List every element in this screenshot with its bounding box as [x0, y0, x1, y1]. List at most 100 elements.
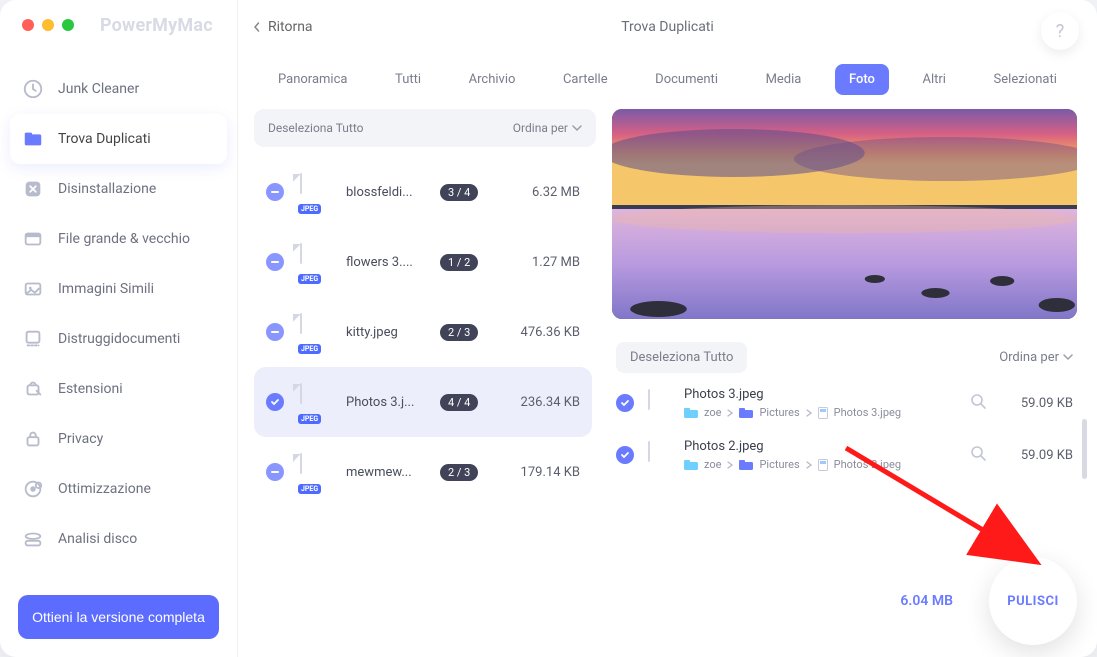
duplicates-group-list: Deseleziona Tutto Ordina per JPEG blossfe…: [246, 103, 596, 657]
jpeg-file-icon: [648, 390, 670, 416]
file-name: mewmew...: [346, 465, 424, 480]
optimize-icon: [22, 478, 44, 500]
file-size: 6.32 MB: [532, 185, 580, 200]
selected-total-size: 6.04 MB: [900, 593, 953, 609]
file-size: 179.14 KB: [521, 465, 580, 480]
tab-panoramica[interactable]: Panoramica: [264, 64, 361, 95]
jpeg-file-icon: JPEG: [300, 174, 330, 210]
image-preview: [612, 109, 1077, 319]
group-checkbox[interactable]: [266, 323, 284, 341]
sort-by-dropdown[interactable]: Ordina per: [513, 121, 582, 135]
group-checkbox[interactable]: [266, 183, 284, 201]
sidebar-item-distruggidocumenti[interactable]: Distruggidocumenti: [10, 314, 227, 364]
file-group-row[interactable]: JPEGkitty.jpeg2 / 3476.36 KB: [254, 297, 592, 367]
sidebar-item-immagini-simili[interactable]: Immagini Simili: [10, 264, 227, 314]
reveal-in-finder-icon[interactable]: [969, 444, 987, 466]
sidebar-item-estensioni[interactable]: Estensioni: [10, 364, 227, 414]
sidebar-item-disinstallazione[interactable]: Disinstallazione: [10, 164, 227, 214]
file-size: 1.27 MB: [532, 255, 580, 270]
sidebar-item-junk-cleaner[interactable]: Junk Cleaner: [10, 64, 227, 114]
close-window-icon[interactable]: [22, 19, 34, 31]
tab-archivio[interactable]: Archivio: [455, 64, 530, 95]
tab-altri[interactable]: Altri: [909, 64, 960, 95]
clean-button[interactable]: PULISCI: [989, 557, 1077, 645]
file-path: zoePicturesPhotos 2.jpeg: [684, 458, 955, 471]
folder-icon: [22, 128, 44, 150]
footer: 6.04 MB PULISCI: [900, 557, 1077, 645]
file-path: zoePicturesPhotos 3.jpeg: [684, 406, 955, 419]
count-badge: 2 / 3: [440, 464, 478, 481]
file-name: flowers 3....: [346, 255, 424, 270]
sidebar-item-label: Disinstallazione: [58, 181, 156, 197]
tab-media[interactable]: Media: [752, 64, 816, 95]
file-group-row[interactable]: JPEGflowers 3....1 / 21.27 MB: [254, 227, 592, 297]
count-badge: 2 / 3: [440, 324, 478, 341]
reveal-in-finder-icon[interactable]: [969, 392, 987, 414]
count-badge: 4 / 4: [440, 394, 478, 411]
topbar: Ritorna Trova Duplicati ?: [238, 0, 1097, 54]
scrollbar-thumb[interactable]: [1082, 419, 1087, 479]
chevron-down-icon: [572, 123, 582, 133]
sidebar-item-trova-duplicati[interactable]: Trova Duplicati: [10, 114, 227, 164]
file-checkbox[interactable]: [616, 446, 634, 464]
minimize-window-icon[interactable]: [42, 19, 54, 31]
tab-documenti[interactable]: Documenti: [641, 64, 732, 95]
sidebar: PowerMyMac Junk Cleaner Trova Duplicati Di…: [0, 0, 238, 657]
file-name: Photos 2.jpeg: [684, 439, 955, 454]
page-title: Trova Duplicati: [621, 19, 714, 35]
sidebar-item-label: Trova Duplicati: [58, 131, 151, 147]
jpeg-file-icon: JPEG: [300, 454, 330, 490]
maximize-window-icon[interactable]: [62, 19, 74, 31]
sidebar-item-analisi-disco[interactable]: Analisi disco: [10, 514, 227, 564]
help-button[interactable]: ?: [1041, 12, 1079, 50]
tab-selezionati[interactable]: Selezionati: [980, 64, 1071, 95]
shredder-icon: [22, 328, 44, 350]
group-checkbox[interactable]: [266, 463, 284, 481]
duplicate-file-row[interactable]: Photos 2.jpeg zoePicturesPhotos 2.jpeg 59.…: [612, 433, 1077, 477]
sidebar-item-ottimizzazione[interactable]: Ottimizzazione: [10, 464, 227, 514]
file-name: Photos 3.jpeg: [684, 387, 955, 402]
sidebar-item-label: Estensioni: [58, 381, 123, 397]
jpeg-file-icon: [648, 442, 670, 468]
main: Ritorna Trova Duplicati ? Panoramica Tutt…: [238, 0, 1097, 657]
file-checkbox[interactable]: [616, 394, 634, 412]
jpeg-file-icon: JPEG: [300, 244, 330, 280]
sidebar-item-label: File grande & vecchio: [58, 231, 190, 247]
gauge-icon: [22, 78, 44, 100]
tab-tutti[interactable]: Tutti: [381, 64, 435, 95]
count-badge: 3 / 4: [440, 184, 478, 201]
file-size: 59.09 KB: [1001, 396, 1073, 411]
puzzle-icon: [22, 378, 44, 400]
sidebar-item-label: Ottimizzazione: [58, 481, 151, 497]
disk-icon: [22, 528, 44, 550]
file-group-row[interactable]: JPEG blossfeldi... 3 / 4 6.32 MB: [254, 157, 592, 227]
chevron-left-icon: [252, 22, 262, 32]
sidebar-item-label: Junk Cleaner: [58, 81, 139, 97]
image-icon: [22, 278, 44, 300]
file-group-row[interactable]: JPEGPhotos 3.j...4 / 4236.34 KB: [254, 367, 592, 437]
duplicate-file-row[interactable]: Photos 3.jpeg zoePicturesPhotos 3.jpeg 59.…: [612, 381, 1077, 425]
window-controls: PowerMyMac: [0, 14, 237, 36]
get-full-version-button[interactable]: Ottieni la versione completa: [18, 595, 219, 639]
jpeg-file-icon: JPEG: [300, 314, 330, 350]
detail-sort-by-dropdown[interactable]: Ordina per: [999, 350, 1073, 365]
file-size: 476.36 KB: [521, 325, 580, 340]
sidebar-item-file-grande-vecchio[interactable]: File grande & vecchio: [10, 214, 227, 264]
chevron-down-icon: [1063, 352, 1073, 362]
sidebar-item-label: Analisi disco: [58, 531, 137, 547]
sidebar-item-label: Distruggidocumenti: [58, 331, 180, 347]
tab-foto[interactable]: Foto: [835, 64, 889, 95]
jpeg-file-icon: JPEG: [300, 384, 330, 420]
group-checkbox[interactable]: [266, 393, 284, 411]
detail-deselect-all-button[interactable]: Deseleziona Tutto: [616, 342, 747, 373]
deselect-all-button[interactable]: Deseleziona Tutto: [268, 121, 363, 135]
file-size: 59.09 KB: [1001, 448, 1073, 463]
lock-icon: [22, 428, 44, 450]
file-name: blossfeldi...: [346, 185, 424, 200]
group-checkbox[interactable]: [266, 253, 284, 271]
app-brand: PowerMyMac: [100, 15, 213, 36]
file-group-row[interactable]: JPEG mewmew... 2 / 3 179.14 KB: [254, 437, 592, 507]
sidebar-item-privacy[interactable]: Privacy: [10, 414, 227, 464]
back-button[interactable]: Ritorna: [252, 19, 313, 35]
tab-cartelle[interactable]: Cartelle: [549, 64, 622, 95]
